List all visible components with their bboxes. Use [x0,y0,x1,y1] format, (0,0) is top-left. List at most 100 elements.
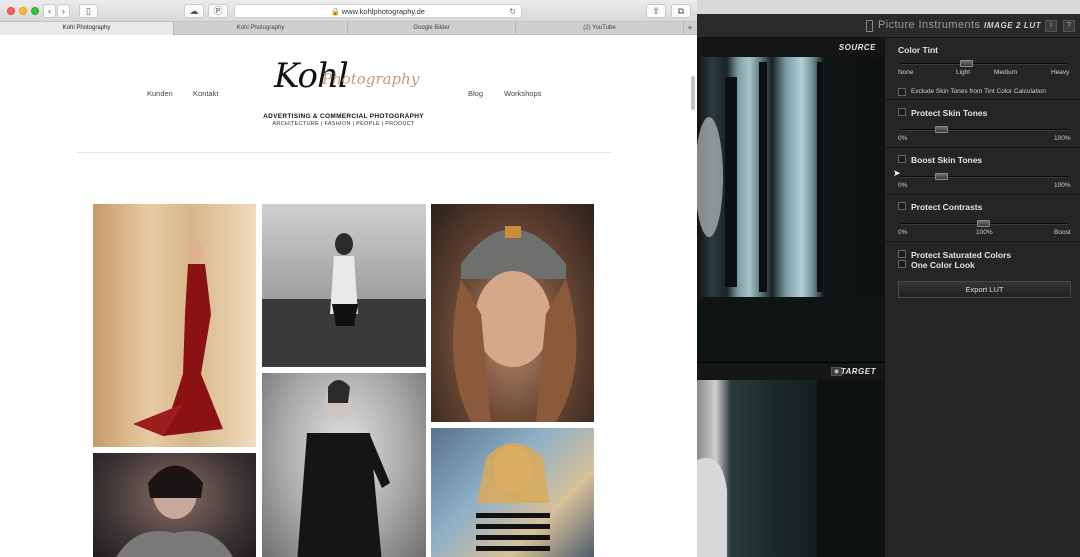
brand-name: Picture Instruments [878,19,981,31]
dark-portrait-figure [116,465,233,557]
black-dress-figure [297,380,390,557]
protect-skin-slider-thumb[interactable] [935,126,949,133]
gallery-photo-pool[interactable] [262,204,426,367]
sidebar-icon[interactable]: ▯ [79,4,98,18]
mouse-cursor-icon: ➤ [893,168,901,178]
pinterest-icon[interactable]: Ⓟ [208,4,228,18]
protect-contrasts-mid: 100% [976,229,993,236]
tint-tick-light: Light [956,69,971,76]
plugin-top-strip [697,0,1080,14]
protect-skin-checkbox[interactable] [898,108,906,116]
close-window-button[interactable] [7,7,15,15]
tint-tick-none: None [898,69,914,76]
target-label: TARGET [840,367,876,376]
back-icon[interactable]: ‹ [43,4,56,18]
protect-skin-slider-track[interactable] [901,126,1068,133]
nav-link-workshops[interactable]: Workshops [504,89,541,98]
color-tint-title: Color Tint [898,45,938,55]
logo-subline: ARCHITECTURE | FASHION | PEOPLE | PRODUC… [272,121,415,127]
product-name: IMAGE 2 LUT [984,21,1042,30]
forward-icon[interactable]: › [57,4,70,18]
exclude-skin-checkbox[interactable] [898,88,906,96]
boost-skin-section: Boost Skin Tones 0% 100% [885,148,1080,195]
exclude-skin-label: Exclude Skin Tones from Tint Color Calcu… [911,88,1046,95]
picture-instruments-logo-icon [866,20,873,32]
header-divider [76,152,612,153]
source-header: SOURCE [697,38,884,57]
image2lut-window: Picture Instruments - IMAGE 2 LUT i ? SO… [697,0,1080,557]
tab-google-bilder[interactable]: Google Bilder [348,22,516,35]
red-dress-figure [133,242,223,436]
tab-label: Kohl Photography [62,25,111,31]
nav-link-kontakt[interactable]: Kontakt [193,89,218,98]
target-header: ◉ TARGET [697,362,884,380]
page-scrollbar[interactable] [691,76,695,110]
info-button[interactable]: i [1045,20,1057,32]
plugin-title-bar: Picture Instruments - IMAGE 2 LUT i ? [697,14,1080,38]
source-image [697,57,884,362]
tab-kohl-photography-2[interactable]: Kohl Photography [174,22,348,35]
boost-skin-slider-thumb[interactable] [935,173,949,180]
tint-tick-medium: Medium [994,69,1018,76]
beanie-portrait-figure [453,226,577,422]
protect-contrasts-checkbox[interactable] [898,202,906,210]
color-tint-section: Color Tint None Light Medium Heavy Exclu… [885,38,1080,100]
icloud-icon[interactable]: ☁ [184,4,204,18]
protect-contrasts-title: Protect Contrasts [911,202,983,212]
reload-icon[interactable]: ↻ [509,5,516,18]
logo-tagline: ADVERTISING & COMMERCIAL PHOTOGRAPHY [263,113,424,120]
tab-label: Kohl Photography [236,25,285,31]
zoom-window-button[interactable] [31,7,39,15]
export-lut-button[interactable]: Export LUT [898,281,1071,298]
tab-youtube[interactable]: (2) YouTube [516,22,684,35]
nav-link-kunden[interactable]: Kunden [147,89,173,98]
brand-separator: - [974,19,978,31]
tab-bar: Kohl Photography Kohl Photography Google… [0,22,697,35]
nav-link-blog[interactable]: Blog [468,89,483,98]
color-options-section: Protect Saturated Colors One Color Look [885,242,1080,272]
boost-skin-min: 0% [898,182,908,189]
pool-figure [262,233,426,367]
gallery-photo-black-dress[interactable] [262,373,426,557]
protect-contrasts-section: Protect Contrasts 0% 100% Boost [885,195,1080,242]
protect-saturated-checkbox[interactable] [898,250,906,258]
tab-label: (2) YouTube [583,25,616,31]
protect-contrasts-max: Boost [1054,229,1071,236]
lock-icon: 🔒 [331,9,340,16]
one-color-title: One Color Look [911,260,975,270]
tabs-overview-icon[interactable]: ⧉ [671,4,691,18]
tab-kohl-photography-1[interactable]: Kohl Photography [0,22,174,35]
one-color-checkbox[interactable] [898,260,906,268]
gallery-photo-dark-portrait[interactable] [93,453,256,557]
target-image [697,380,884,557]
settings-panel: Color Tint None Light Medium Heavy Exclu… [884,38,1080,557]
protect-contrasts-slider-track[interactable] [901,220,1068,227]
tint-tick-heavy: Heavy [1051,69,1070,76]
minimize-window-button[interactable] [19,7,27,15]
boost-skin-slider-track[interactable] [901,173,1068,180]
share-icon[interactable]: ⇧ [646,4,666,18]
address-bar[interactable]: 🔒 www.kohlphotography.de ↻ [234,4,522,18]
target-portrait-scene [697,380,884,557]
help-button[interactable]: ? [1063,20,1075,32]
source-label: SOURCE [838,43,876,52]
protect-skin-title: Protect Skin Tones [911,108,988,118]
gallery-photo-striped-shirt[interactable] [431,428,594,557]
gallery-photo-beanie-portrait[interactable] [431,204,594,422]
boost-skin-max: 100% [1054,182,1071,189]
protect-skin-max: 100% [1054,135,1071,142]
color-tint-slider-thumb[interactable] [960,60,974,67]
protect-contrasts-min: 0% [898,229,908,236]
gallery-photo-red-dress[interactable] [93,204,256,447]
browser-toolbar: ‹ › ▯ ☁ Ⓟ 🔒 www.kohlphotography.de ↻ ⇧ ⧉ [0,0,697,22]
protect-skin-min: 0% [898,135,908,142]
protect-saturated-title: Protect Saturated Colors [911,250,1012,260]
boost-skin-checkbox[interactable] [898,155,906,163]
tab-label: Google Bilder [413,25,450,31]
new-tab-button[interactable]: + [684,22,696,34]
logo-script-text: Photography [322,70,420,88]
protect-contrasts-slider-thumb[interactable] [976,220,990,227]
color-tint-slider-track[interactable] [901,60,1068,67]
source-window-scene [697,62,884,362]
protect-skin-section: Protect Skin Tones 0% 100% [885,100,1080,148]
